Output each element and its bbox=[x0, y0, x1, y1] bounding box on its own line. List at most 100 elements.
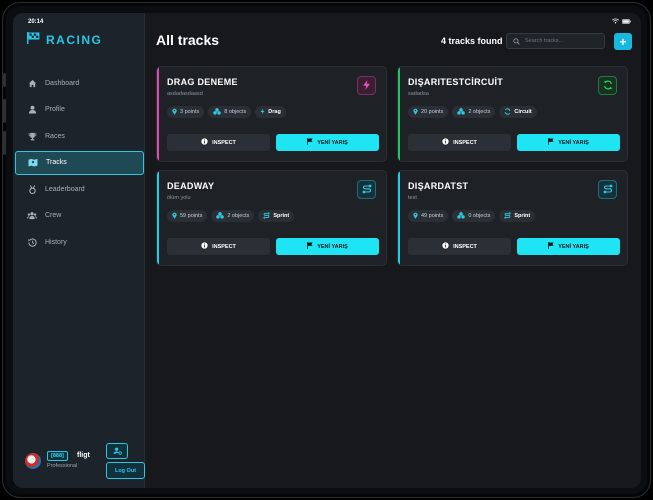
type-chip: Drag bbox=[255, 106, 286, 118]
sidebar-item-label: History bbox=[45, 238, 67, 246]
points-text: 59 points bbox=[180, 213, 203, 219]
sidebar-item-dashboard[interactable]: Dashboard bbox=[13, 71, 144, 95]
main-content: All tracks 4 tracks found + DRAG DENEME … bbox=[144, 13, 641, 488]
map-icon bbox=[28, 158, 38, 168]
type-text: Sprint bbox=[514, 213, 531, 219]
status-time: 20:14 bbox=[28, 19, 44, 25]
sidebar-item-profile[interactable]: Profile bbox=[13, 98, 144, 122]
cubes-icon bbox=[216, 211, 225, 221]
objects-chip: 2 objects bbox=[211, 210, 255, 222]
objects-text: 8 objects bbox=[224, 109, 247, 115]
tablet-frame: RACING Dashboard Profile Races Tracks Le… bbox=[2, 2, 651, 498]
track-card: DIŞARDATST test 49 points 0 objects Spri… bbox=[397, 170, 628, 266]
info-icon bbox=[201, 138, 208, 147]
inspect-label: INSPECT bbox=[453, 243, 477, 250]
track-stats: 49 points 0 objects Sprint bbox=[408, 210, 536, 222]
sidebar-item-crew[interactable]: Crew bbox=[13, 204, 144, 228]
info-icon bbox=[442, 242, 449, 251]
sidebar-item-label: Tracks bbox=[46, 159, 67, 166]
loop-icon bbox=[504, 107, 511, 117]
screen: RACING Dashboard Profile Races Tracks Le… bbox=[13, 13, 641, 488]
sidebar-item-races[interactable]: Races bbox=[13, 124, 144, 148]
sidebar-item-label: Profile bbox=[45, 106, 65, 113]
sidebar-item-history[interactable]: History bbox=[13, 230, 144, 254]
type-text: Sprint bbox=[273, 213, 290, 219]
new-race-button[interactable]: YENİ YARIŞ bbox=[517, 238, 620, 255]
route-icon bbox=[362, 181, 372, 199]
card-accent bbox=[398, 171, 400, 265]
inspect-button[interactable]: INSPECT bbox=[408, 238, 511, 255]
points-text: 20 points bbox=[421, 109, 444, 115]
track-type-badge bbox=[357, 180, 376, 199]
user-rank: Professional bbox=[47, 463, 78, 469]
hardware-button bbox=[3, 73, 6, 87]
inspect-label: INSPECT bbox=[212, 243, 236, 250]
switch-user-button[interactable] bbox=[106, 443, 128, 459]
type-text: Circuit bbox=[514, 109, 532, 115]
objects-text: 2 objects bbox=[227, 213, 250, 219]
cubes-icon bbox=[213, 107, 222, 117]
track-name: DRAG DENEME bbox=[167, 77, 238, 87]
info-icon bbox=[442, 138, 449, 147]
inspect-button[interactable]: INSPECT bbox=[167, 238, 270, 255]
sidebar-item-tracks[interactable]: Tracks bbox=[15, 150, 144, 175]
brand: RACING bbox=[27, 31, 102, 49]
new-race-label: YENİ YARIŞ bbox=[558, 139, 589, 146]
points-chip: 59 points bbox=[167, 210, 208, 222]
user-settings-icon bbox=[113, 442, 122, 460]
card-accent bbox=[157, 67, 159, 161]
sidebar-item-label: Crew bbox=[45, 212, 62, 219]
track-count: 4 tracks found bbox=[441, 36, 503, 46]
medal-icon bbox=[27, 184, 37, 194]
type-chip: Sprint bbox=[499, 210, 536, 222]
new-race-label: YENİ YARIŞ bbox=[317, 139, 348, 146]
bolt-icon bbox=[362, 77, 371, 95]
inspect-button[interactable]: INSPECT bbox=[167, 134, 270, 151]
track-type-badge bbox=[598, 76, 617, 95]
track-description: asdadasdaasd bbox=[167, 91, 203, 97]
points-chip: 20 points bbox=[408, 106, 449, 118]
pin-icon bbox=[413, 212, 418, 221]
new-race-button[interactable]: YENİ YARIŞ bbox=[517, 134, 620, 151]
add-track-button[interactable]: + bbox=[614, 33, 632, 50]
track-type-badge bbox=[357, 76, 376, 95]
objects-chip: 2 objects bbox=[452, 106, 496, 118]
sidebar-item-label: Races bbox=[45, 132, 65, 140]
pin-icon bbox=[172, 108, 177, 117]
avatar[interactable] bbox=[25, 453, 41, 469]
inspect-label: INSPECT bbox=[453, 139, 477, 146]
track-type-badge bbox=[598, 180, 617, 199]
page-title: All tracks bbox=[156, 32, 220, 48]
new-race-button[interactable]: YENİ YARIŞ bbox=[276, 238, 379, 255]
points-text: 49 points bbox=[421, 213, 444, 219]
user-panel: [888] fligt Professional Log Out bbox=[25, 443, 145, 483]
search-box bbox=[506, 33, 605, 49]
inspect-button[interactable]: INSPECT bbox=[408, 134, 511, 151]
track-card: DEADWAY ölüm yolu 59 points 2 objects Sp… bbox=[156, 170, 387, 266]
checkered-flag-icon bbox=[27, 31, 40, 49]
trophy-icon bbox=[27, 131, 37, 141]
flag-icon bbox=[548, 242, 554, 251]
search-input[interactable] bbox=[525, 38, 595, 44]
card-accent bbox=[157, 171, 159, 265]
logout-button[interactable]: Log Out bbox=[106, 462, 145, 479]
card-accent bbox=[398, 67, 400, 161]
route-icon bbox=[603, 181, 613, 199]
info-icon bbox=[201, 242, 208, 251]
points-chip: 3 points bbox=[167, 106, 205, 118]
sidebar-item-label: Dashboard bbox=[45, 79, 80, 87]
new-race-button[interactable]: YENİ YARIŞ bbox=[276, 134, 379, 151]
status-icons bbox=[612, 18, 631, 24]
points-text: 3 points bbox=[180, 109, 200, 115]
type-chip: Sprint bbox=[258, 210, 295, 222]
track-name: DEADWAY bbox=[167, 181, 215, 191]
cubes-icon bbox=[457, 211, 466, 221]
sidebar-item-label: Leaderboard bbox=[45, 185, 85, 193]
track-name: DIŞARITESTCİRCUİT bbox=[408, 77, 504, 87]
flag-icon bbox=[307, 242, 313, 251]
sidebar-item-leaderboard[interactable]: Leaderboard bbox=[13, 177, 144, 201]
search-icon bbox=[513, 32, 520, 50]
flag-icon bbox=[548, 138, 554, 147]
route-icon bbox=[263, 211, 270, 221]
type-text: Drag bbox=[268, 109, 281, 115]
